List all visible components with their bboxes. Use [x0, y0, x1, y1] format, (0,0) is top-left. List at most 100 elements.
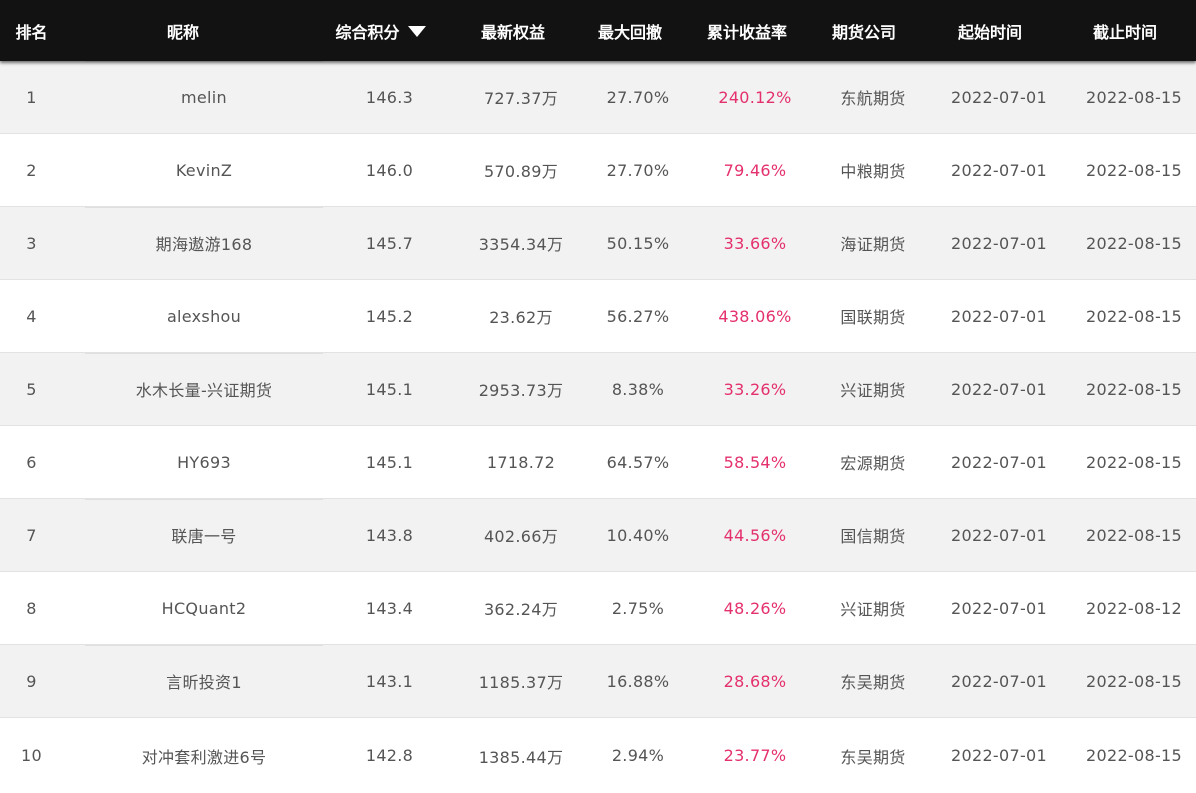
cell-drawdown: 64.57% — [606, 452, 670, 472]
cell-nickname[interactable]: melin — [85, 61, 323, 133]
cell-drawdown: 8.38% — [611, 379, 665, 399]
cell-end-date: 2022-08-15 — [1086, 306, 1182, 326]
header-start-date[interactable]: 起始时间 — [926, 0, 1054, 61]
cell-rank: 4 — [26, 306, 37, 326]
cell-equity: 362.24万 — [483, 600, 559, 619]
cell-company: 宏源期货 — [840, 454, 906, 473]
cell-end-date: 2022-08-15 — [1086, 160, 1182, 180]
cell-start-date: 2022-07-01 — [951, 671, 1047, 691]
cell-end-date: 2022-08-15 — [1086, 671, 1182, 691]
cell-return: 33.26% — [723, 379, 787, 399]
cell-end-date: 2022-08-15 — [1086, 525, 1182, 545]
cell-drawdown: 50.15% — [606, 233, 670, 253]
header-equity[interactable]: 最新权益 — [458, 0, 568, 61]
cell-drawdown: 27.70% — [606, 87, 670, 107]
cell-nickname[interactable]: HCQuant2 — [85, 572, 323, 644]
cell-return: 240.12% — [718, 87, 792, 107]
cell-drawdown: 2.75% — [611, 598, 665, 618]
cell-rank: 1 — [26, 87, 37, 107]
table-body: 1 melin 146.3 727.37万 27.70% 240.12% 东航期货 2022-… — [0, 61, 1196, 793]
cell-score: 145.1 — [365, 379, 414, 399]
cell-start-date: 2022-07-01 — [951, 87, 1047, 107]
table-header: 排名 昵称 综合积分 最新权益 最大回撤 累计收益率 期货公司 起始时间 截止时… — [0, 0, 1196, 61]
cell-rank: 8 — [26, 598, 37, 618]
cell-drawdown: 56.27% — [606, 306, 670, 326]
cell-nickname[interactable]: 对冲套利激进6号 — [85, 718, 323, 793]
cell-company: 东航期货 — [840, 89, 906, 108]
cell-end-date: 2022-08-15 — [1086, 87, 1182, 107]
cell-rank: 6 — [26, 452, 37, 472]
cell-equity: 23.62万 — [489, 308, 553, 327]
cell-equity: 1718.72 — [486, 452, 556, 472]
cell-company: 东吴期货 — [840, 673, 906, 692]
cell-return: 33.66% — [723, 233, 787, 253]
header-return[interactable]: 累计收益率 — [692, 0, 802, 61]
table-row[interactable]: 5 水木长量-兴证期货 145.1 2953.73万 8.38% 33.26% 兴证期货 20… — [0, 353, 1196, 426]
table-row[interactable]: 9 言昕投资1 143.1 1185.37万 16.88% 28.68% 东吴期货 2022-… — [0, 645, 1196, 718]
table-row[interactable]: 6 HY693 145.1 1718.72 64.57% 58.54% 宏源期货 2022-0… — [0, 426, 1196, 499]
cell-nickname[interactable]: KevinZ — [85, 134, 323, 206]
caret-down-icon[interactable] — [407, 25, 426, 37]
cell-nickname[interactable]: 联唐一号 — [85, 499, 323, 571]
cell-rank: 7 — [26, 525, 37, 545]
header-nickname[interactable]: 昵称 — [63, 0, 303, 61]
header-score-label: 综合积分 — [335, 22, 400, 42]
cell-equity: 570.89万 — [483, 162, 559, 181]
table-row[interactable]: 2 KevinZ 146.0 570.89万 27.70% 79.46% 中粮期货 2022-… — [0, 134, 1196, 207]
cell-end-date: 2022-08-15 — [1086, 233, 1182, 253]
table-row[interactable]: 10 对冲套利激进6号 142.8 1385.44万 2.94% 23.77% 东吴期货 20… — [0, 718, 1196, 793]
cell-end-date: 2022-08-12 — [1086, 598, 1182, 618]
cell-drawdown: 10.40% — [606, 525, 670, 545]
cell-end-date: 2022-08-15 — [1086, 746, 1182, 765]
cell-end-date: 2022-08-15 — [1086, 452, 1182, 472]
cell-start-date: 2022-07-01 — [951, 525, 1047, 545]
table-row[interactable]: 3 期海遨游168 145.7 3354.34万 50.15% 33.66% 海证期货 202… — [0, 207, 1196, 280]
cell-start-date: 2022-07-01 — [951, 160, 1047, 180]
cell-nickname[interactable]: 期海遨游168 — [85, 207, 323, 279]
cell-score: 143.4 — [365, 598, 414, 618]
cell-score: 145.2 — [365, 306, 414, 326]
table-row[interactable]: 1 melin 146.3 727.37万 27.70% 240.12% 东航期货 2022-… — [0, 61, 1196, 134]
header-score-sort[interactable]: 综合积分 — [303, 0, 458, 61]
cell-equity: 402.66万 — [483, 527, 559, 546]
cell-end-date: 2022-08-15 — [1086, 379, 1182, 399]
table-row[interactable]: 4 alexshou 145.2 23.62万 56.27% 438.06% 国联期货 202… — [0, 280, 1196, 353]
cell-rank: 10 — [21, 746, 42, 765]
cell-nickname[interactable]: HY693 — [85, 426, 323, 498]
header-company[interactable]: 期货公司 — [802, 0, 926, 61]
cell-rank: 3 — [26, 233, 37, 253]
cell-return: 58.54% — [723, 452, 787, 472]
header-rank[interactable]: 排名 — [0, 0, 63, 61]
cell-score: 146.0 — [365, 160, 414, 180]
table-row[interactable]: 7 联唐一号 143.8 402.66万 10.40% 44.56% 国信期货 2022-07… — [0, 499, 1196, 572]
cell-drawdown: 27.70% — [606, 160, 670, 180]
cell-company: 兴证期货 — [840, 600, 906, 619]
cell-score: 146.3 — [365, 87, 414, 107]
cell-company: 国信期货 — [840, 527, 906, 546]
cell-return: 79.46% — [723, 160, 787, 180]
cell-rank: 9 — [26, 671, 37, 691]
cell-equity: 1385.44万 — [478, 747, 564, 767]
cell-score: 143.1 — [365, 671, 414, 691]
cell-start-date: 2022-07-01 — [951, 746, 1047, 765]
table-row[interactable]: 8 HCQuant2 143.4 362.24万 2.75% 48.26% 兴证期货 2022… — [0, 572, 1196, 645]
header-end-date[interactable]: 截止时间 — [1054, 0, 1196, 61]
cell-return: 438.06% — [718, 306, 792, 326]
cell-drawdown: 16.88% — [606, 671, 670, 691]
cell-nickname[interactable]: 水木长量-兴证期货 — [85, 353, 323, 425]
cell-return: 28.68% — [723, 671, 787, 691]
cell-nickname[interactable]: 言昕投资1 — [85, 645, 323, 717]
cell-score: 143.8 — [365, 525, 414, 545]
cell-nickname[interactable]: alexshou — [85, 280, 323, 352]
cell-rank: 2 — [26, 160, 37, 180]
cell-start-date: 2022-07-01 — [951, 452, 1047, 472]
cell-equity: 3354.34万 — [478, 235, 564, 254]
cell-equity: 727.37万 — [483, 89, 559, 108]
cell-score: 145.1 — [365, 452, 414, 472]
cell-score: 142.8 — [365, 746, 414, 765]
cell-rank: 5 — [26, 379, 37, 399]
cell-return: 44.56% — [723, 525, 787, 545]
cell-equity: 1185.37万 — [478, 673, 564, 692]
header-drawdown[interactable]: 最大回撤 — [568, 0, 692, 61]
cell-start-date: 2022-07-01 — [951, 379, 1047, 399]
